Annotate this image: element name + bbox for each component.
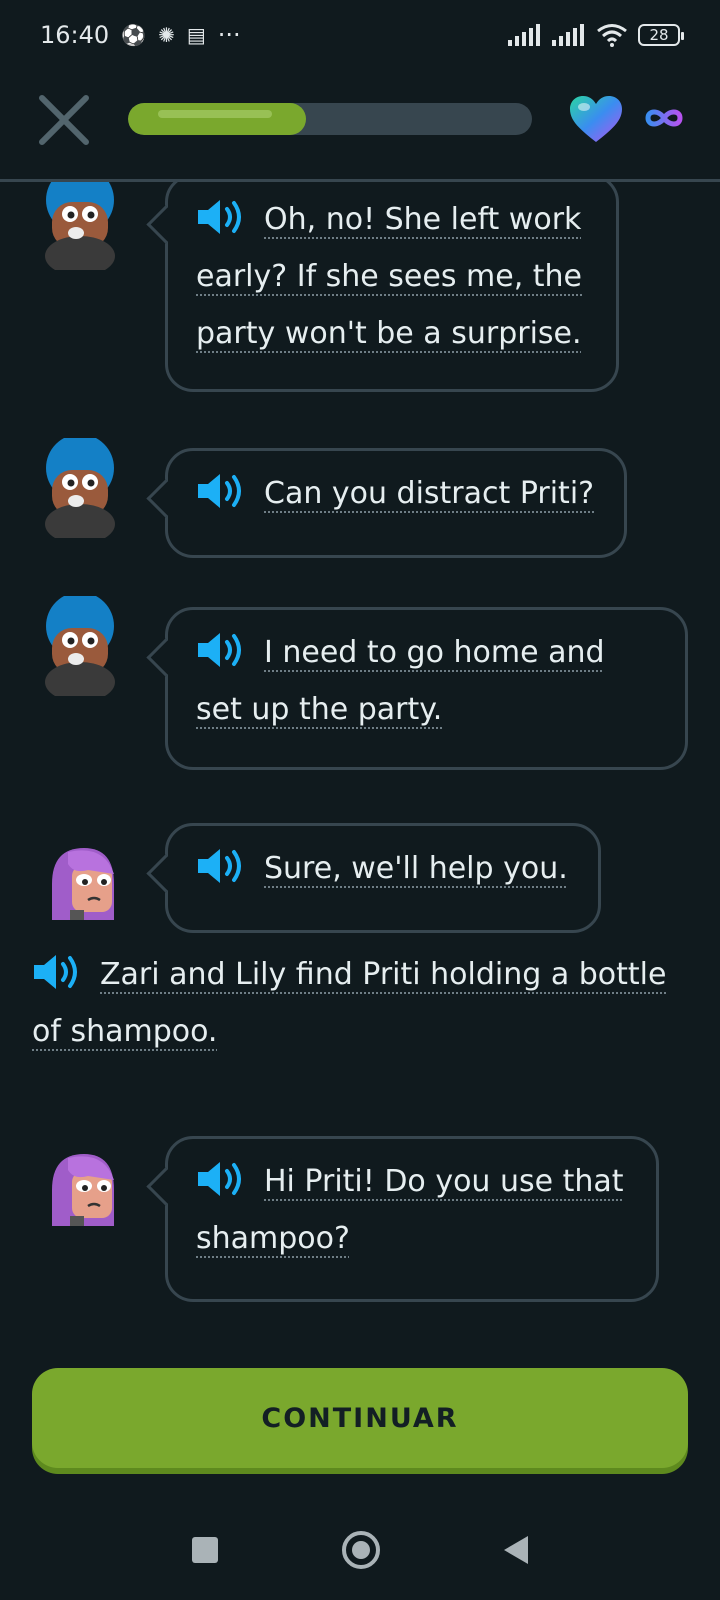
zari-avatar xyxy=(45,182,115,270)
speaker-icon[interactable] xyxy=(196,197,246,237)
continue-button[interactable]: CONTINUAR xyxy=(32,1368,688,1468)
signal-icon xyxy=(508,24,540,46)
narration-text[interactable]: Zari and Lily find Priti holding a bottl… xyxy=(32,957,666,1049)
message-text[interactable]: Oh, no! She left work early? If she sees… xyxy=(196,202,582,351)
message-text[interactable]: Sure, we'll help you. xyxy=(264,851,568,886)
progress-fill xyxy=(128,103,306,135)
status-right: 28 xyxy=(508,23,684,47)
back-button[interactable] xyxy=(504,1536,528,1564)
home-button[interactable] xyxy=(342,1531,380,1569)
lily-avatar xyxy=(52,1154,114,1226)
narration: Zari and Lily find Priti holding a bottl… xyxy=(32,946,692,1060)
lily-avatar xyxy=(52,848,114,920)
status-left: 16:40 ⚽ ✺ ▤ ··· xyxy=(40,21,241,49)
signal-icon xyxy=(552,24,584,46)
progress-bar xyxy=(128,103,532,135)
speaker-icon[interactable] xyxy=(196,1159,246,1199)
message-bubble: I need to go home and set up the party. xyxy=(165,607,688,770)
message-text[interactable]: Hi Priti! Do you use that shampoo? xyxy=(196,1164,624,1256)
sun-gear-icon: ✺ xyxy=(158,23,175,47)
message-bubble: Can you distract Priti? xyxy=(165,448,627,558)
battery-level: 28 xyxy=(649,26,669,44)
close-icon[interactable] xyxy=(36,92,92,148)
message-text[interactable]: I need to go home and set up the party. xyxy=(196,635,605,727)
status-bar: 16:40 ⚽ ✺ ▤ ··· 28 xyxy=(0,0,720,70)
message-text[interactable]: Can you distract Priti? xyxy=(264,476,594,511)
heart-icon[interactable] xyxy=(568,94,624,144)
battery-icon: 28 xyxy=(638,24,684,46)
more-notifications: ··· xyxy=(217,21,241,49)
clock: 16:40 xyxy=(40,21,110,49)
lesson-header xyxy=(0,70,720,182)
system-nav-bar xyxy=(0,1500,720,1600)
speaker-icon[interactable] xyxy=(196,846,246,886)
message-bubble: Sure, we'll help you. xyxy=(165,823,601,933)
message-bubble: Oh, no! She left work early? If she sees… xyxy=(165,182,619,392)
wifi-icon xyxy=(597,24,627,47)
chat-area: Oh, no! She left work early? If she sees… xyxy=(0,182,720,1342)
zari-avatar xyxy=(45,596,115,696)
speaker-icon[interactable] xyxy=(196,471,246,511)
progress-shine xyxy=(158,110,272,118)
recents-button[interactable] xyxy=(192,1537,218,1563)
zari-avatar xyxy=(45,438,115,538)
calendar-icon: ▤ xyxy=(186,23,206,47)
speaker-icon[interactable] xyxy=(32,952,82,992)
soccer-ball-icon: ⚽ xyxy=(121,23,147,47)
infinity-icon xyxy=(645,109,683,127)
message-bubble: Hi Priti! Do you use that shampoo? xyxy=(165,1136,659,1302)
speaker-icon[interactable] xyxy=(196,630,246,670)
